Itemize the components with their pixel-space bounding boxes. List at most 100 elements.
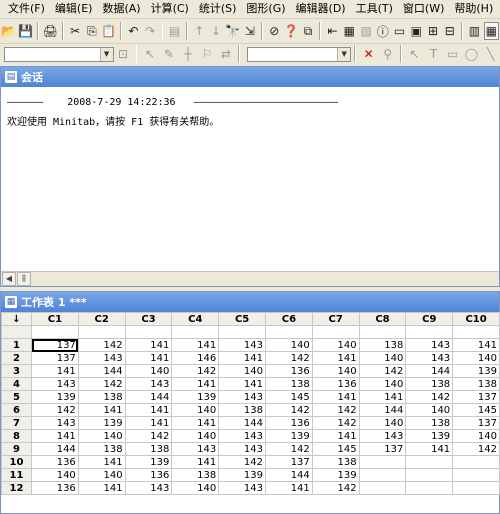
data-cell[interactable]: 142: [31, 403, 79, 417]
data-cell[interactable]: 141: [171, 455, 220, 469]
worksheet-titlebar[interactable]: ▦ 工作表 1 ***: [1, 292, 499, 312]
data-cell[interactable]: 141: [31, 429, 79, 443]
delete-icon[interactable]: ✕: [360, 45, 377, 63]
data-cell[interactable]: 138: [124, 442, 173, 456]
data-cell[interactable]: 143: [405, 338, 454, 352]
data-cell[interactable]: 139: [311, 468, 360, 482]
menu-editor[interactable]: 编辑器(D): [291, 0, 351, 18]
text-tool-icon[interactable]: T: [425, 45, 442, 63]
row-header[interactable]: 3: [1, 364, 32, 378]
graph-element-combo[interactable]: ▼: [247, 46, 352, 62]
data-cell[interactable]: 138: [311, 455, 360, 469]
data-cell[interactable]: 137: [452, 390, 500, 404]
data-cell[interactable]: 140: [452, 351, 500, 365]
column-header[interactable]: C7: [311, 312, 360, 326]
data-cell[interactable]: 141: [218, 351, 266, 365]
data-cell[interactable]: 140: [171, 403, 220, 417]
data-cell[interactable]: 143: [358, 429, 407, 443]
project-manager-icon[interactable]: ⊟: [442, 22, 457, 40]
data-cell[interactable]: 141: [358, 390, 407, 404]
data-cell[interactable]: 143: [171, 442, 220, 456]
ellipse-tool-icon[interactable]: ◯: [463, 45, 480, 63]
menu-edit[interactable]: 编辑(E): [50, 0, 98, 18]
data-cell[interactable]: 142: [77, 377, 126, 391]
column-name-cell[interactable]: [358, 325, 407, 339]
data-cell[interactable]: 141: [77, 455, 126, 469]
save-icon[interactable]: 💾: [18, 22, 33, 40]
arrow-up-icon[interactable]: ↑: [192, 22, 207, 40]
brush-icon[interactable]: ✎: [160, 45, 177, 63]
crosshair-icon[interactable]: ┼: [179, 45, 196, 63]
row-header[interactable]: 9: [1, 442, 32, 456]
properties-icon[interactable]: ⊡: [115, 45, 132, 63]
column-header[interactable]: C6: [264, 312, 313, 326]
data-cell[interactable]: 146: [171, 351, 220, 365]
row-header[interactable]: 1: [1, 338, 32, 352]
data-cell[interactable]: 141: [124, 338, 173, 352]
data-cell[interactable]: 140: [311, 338, 360, 352]
data-cell[interactable]: 144: [77, 364, 126, 378]
data-cell[interactable]: 143: [124, 377, 173, 391]
column-header[interactable]: C9: [405, 312, 454, 326]
find-next-icon[interactable]: ⇲: [242, 22, 257, 40]
data-cell[interactable]: 141: [171, 377, 220, 391]
cancel-icon[interactable]: ⊘: [267, 22, 282, 40]
cut-icon[interactable]: ✂: [68, 22, 83, 40]
menu-calc[interactable]: 计算(C): [146, 0, 194, 18]
data-cell[interactable]: 142: [264, 403, 313, 417]
data-cell[interactable]: 140: [452, 429, 500, 443]
data-cell[interactable]: 145: [452, 403, 500, 417]
worksheet-grid[interactable]: ↓ C1 C2 C3 C4 C5 C6 C7 C8 C9 C10 1 137 142…: [1, 312, 500, 495]
row-header[interactable]: 5: [1, 390, 32, 404]
data-cell[interactable]: 139: [124, 455, 173, 469]
data-cell[interactable]: 141: [264, 481, 313, 495]
scroll-left-icon[interactable]: ◀: [2, 272, 16, 286]
data-cell[interactable]: 143: [124, 481, 173, 495]
redo-icon[interactable]: ↷: [143, 22, 158, 40]
line-tool-icon[interactable]: ╲: [482, 45, 499, 63]
data-cell[interactable]: 139: [264, 429, 313, 443]
data-cell[interactable]: 141: [171, 338, 220, 352]
data-cell[interactable]: 140: [77, 429, 126, 443]
column-header[interactable]: C10: [452, 312, 500, 326]
data-cell[interactable]: 137: [452, 416, 500, 430]
data-cell[interactable]: 142: [124, 429, 173, 443]
find-icon[interactable]: 🔭: [225, 22, 240, 40]
data-cell[interactable]: [452, 455, 500, 469]
scroll-thumb[interactable]: ⫼: [17, 272, 31, 286]
paste-icon[interactable]: 📋: [101, 22, 116, 40]
column-name-cell[interactable]: [311, 325, 360, 339]
data-cell[interactable]: 143: [31, 416, 79, 430]
data-cell[interactable]: 138: [77, 442, 126, 456]
data-cell[interactable]: 144: [264, 468, 313, 482]
menu-graph[interactable]: 图形(G): [241, 0, 290, 18]
data-cell[interactable]: 140: [311, 364, 360, 378]
data-cell[interactable]: 143: [218, 429, 266, 443]
data-cell[interactable]: 137: [264, 455, 313, 469]
column-name-cell[interactable]: [218, 325, 266, 339]
data-cell[interactable]: 143: [218, 390, 266, 404]
row-header[interactable]: 12: [1, 481, 32, 495]
column-header[interactable]: C5: [218, 312, 266, 326]
flag-icon[interactable]: ⚐: [198, 45, 215, 63]
row-header[interactable]: 6: [1, 403, 32, 417]
data-cell[interactable]: 142: [311, 416, 360, 430]
column-header[interactable]: C8: [358, 312, 407, 326]
session-window-icon[interactable]: ⇤: [325, 22, 340, 40]
close-all-graphs-icon[interactable]: ▥: [467, 22, 482, 40]
data-cell[interactable]: 143: [31, 377, 79, 391]
data-cell[interactable]: 141: [311, 429, 360, 443]
new-worksheet-icon[interactable]: ⊞: [426, 22, 441, 40]
data-cell[interactable]: 140: [171, 429, 220, 443]
worksheet-window-icon[interactable]: ▦: [342, 22, 357, 40]
column-name-cell[interactable]: [31, 325, 79, 339]
row-header[interactable]: 7: [1, 416, 32, 430]
data-cell[interactable]: 142: [358, 364, 407, 378]
menu-tools[interactable]: 工具(T): [351, 0, 398, 18]
data-cell[interactable]: 139: [452, 364, 500, 378]
data-cell[interactable]: 143: [77, 351, 126, 365]
data-cell[interactable]: 144: [405, 364, 454, 378]
data-cell[interactable]: 138: [171, 468, 220, 482]
data-cell[interactable]: 141: [124, 403, 173, 417]
row-header[interactable]: 2: [1, 351, 32, 365]
